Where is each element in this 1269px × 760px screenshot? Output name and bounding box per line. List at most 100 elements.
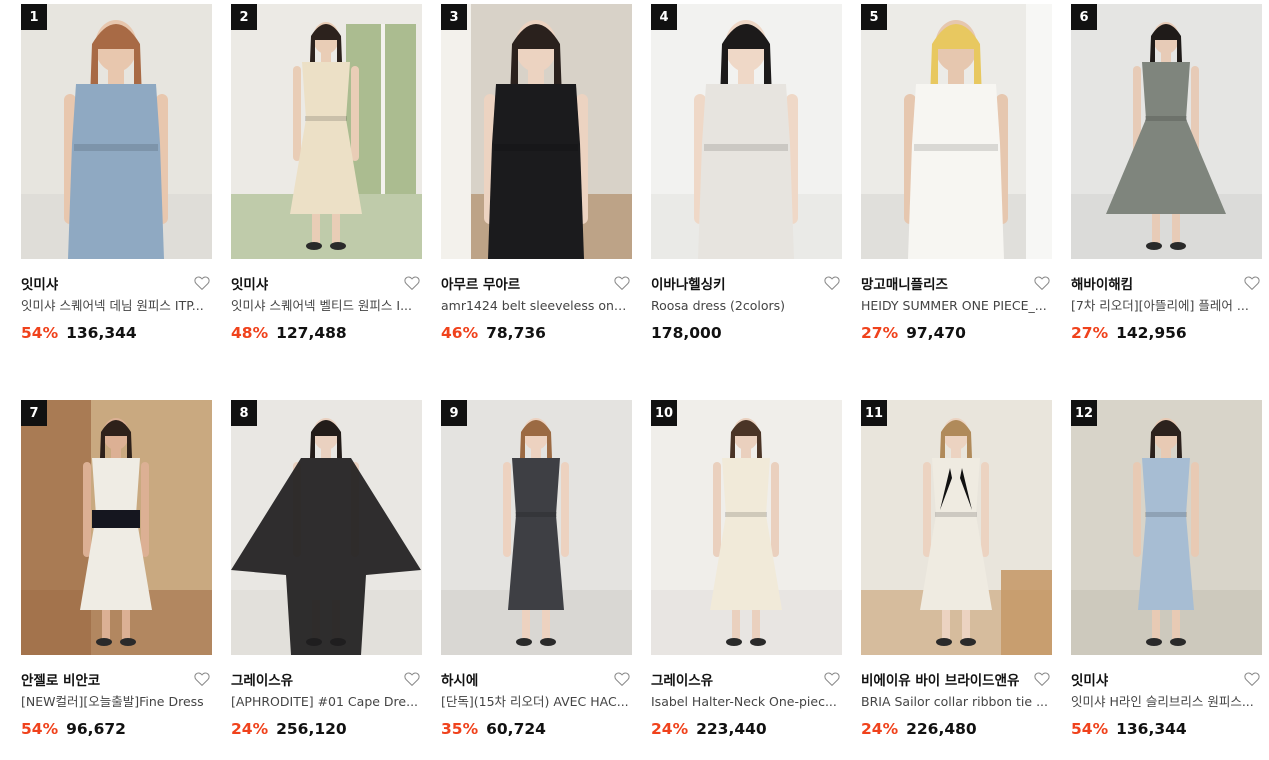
- product-photo: [861, 400, 1052, 655]
- brand-row: 비에이유 바이 브라이드앤유: [861, 669, 1052, 689]
- discount-rate: 46%: [441, 324, 479, 342]
- product-image[interactable]: 12: [1071, 400, 1262, 655]
- brand-name[interactable]: 그레이스유: [651, 669, 713, 689]
- product-photo: [441, 4, 632, 259]
- product-card[interactable]: 2 잇미샤잇미샤 스퀘어넥 벨티드 원피스 I... 48% 127,488: [231, 4, 422, 344]
- heart-icon[interactable]: [823, 274, 841, 292]
- heart-icon[interactable]: [403, 274, 421, 292]
- product-name[interactable]: BRIA Sailor collar ribbon tie ...: [861, 693, 1052, 711]
- heart-icon[interactable]: [1243, 670, 1261, 688]
- product-image[interactable]: 3: [441, 4, 632, 259]
- rank-badge: 10: [651, 400, 677, 426]
- product-name[interactable]: Roosa dress (2colors): [651, 297, 842, 315]
- product-name[interactable]: [7차 리오더][아뜰리에] 플레어 ...: [1071, 297, 1262, 315]
- rank-badge: 4: [651, 4, 677, 30]
- product-photo: [651, 400, 842, 655]
- discount-rate: 24%: [231, 720, 269, 738]
- product-name[interactable]: [단독](15차 리오더) AVEC HAC...: [441, 693, 632, 711]
- brand-row: 해바이해킴: [1071, 273, 1262, 293]
- product-card[interactable]: 9 하시에 [단독](15차 리오더) AVEC HAC... 35% 60,724: [441, 400, 632, 740]
- product-image[interactable]: 10: [651, 400, 842, 655]
- product-image[interactable]: 5: [861, 4, 1052, 259]
- product-photo: [441, 400, 632, 655]
- product-image[interactable]: 11: [861, 400, 1052, 655]
- heart-icon[interactable]: [403, 670, 421, 688]
- brand-name[interactable]: 잇미샤: [1071, 669, 1108, 689]
- rank-badge: 1: [21, 4, 47, 30]
- brand-name[interactable]: 안젤로 비안코: [21, 669, 100, 689]
- heart-icon[interactable]: [1033, 670, 1051, 688]
- price-row: 35% 60,724: [441, 720, 632, 740]
- rank-badge: 8: [231, 400, 257, 426]
- brand-name[interactable]: 이바나헬싱키: [651, 273, 726, 293]
- product-image[interactable]: 7: [21, 400, 212, 655]
- brand-name[interactable]: 아무르 무아르: [441, 273, 520, 293]
- heart-icon[interactable]: [823, 670, 841, 688]
- heart-icon[interactable]: [193, 670, 211, 688]
- discount-rate: 27%: [1071, 324, 1109, 342]
- product-name[interactable]: [NEW컬러][오늘출발]Fine Dress: [21, 693, 212, 711]
- product-card[interactable]: 3 아무르 무아르 amr1424 belt sleeveless one... 46…: [441, 4, 632, 344]
- discount-rate: 48%: [231, 324, 269, 342]
- brand-row: 아무르 무아르: [441, 273, 632, 293]
- price-row: 46% 78,736: [441, 324, 632, 344]
- sale-price: 256,120: [276, 720, 347, 738]
- product-card[interactable]: 1 잇미샤잇미샤 스퀘어넥 데님 원피스 ITP... 54% 136,344: [21, 4, 212, 344]
- brand-row: 안젤로 비안코: [21, 669, 212, 689]
- heart-icon[interactable]: [1033, 274, 1051, 292]
- brand-name[interactable]: 망고매니플리즈: [861, 273, 948, 293]
- product-name[interactable]: amr1424 belt sleeveless one...: [441, 297, 632, 315]
- brand-name[interactable]: 비에이유 바이 브라이드앤유: [861, 669, 1019, 689]
- brand-name[interactable]: 하시에: [441, 669, 478, 689]
- product-image[interactable]: 4: [651, 4, 842, 259]
- discount-rate: 54%: [21, 720, 59, 738]
- product-card[interactable]: 10 그레이스유 Isabel Halter-Neck One-piec... 24%…: [651, 400, 842, 740]
- heart-icon[interactable]: [1243, 274, 1261, 292]
- product-name[interactable]: 잇미샤 스퀘어넥 벨티드 원피스 I...: [231, 297, 422, 315]
- product-image[interactable]: 1: [21, 4, 212, 259]
- product-card[interactable]: 6 해바이해킴 [7차 리오더][아뜰리에] 플레어 ... 27% 142,956: [1071, 4, 1262, 344]
- brand-row: 잇미샤: [231, 273, 422, 293]
- product-photo: [1071, 400, 1262, 655]
- rank-badge: 12: [1071, 400, 1097, 426]
- price-row: 24% 226,480: [861, 720, 1052, 740]
- product-image[interactable]: 2: [231, 4, 422, 259]
- price-row: 48% 127,488: [231, 324, 422, 344]
- heart-icon[interactable]: [613, 274, 631, 292]
- brand-name[interactable]: 그레이스유: [231, 669, 293, 689]
- product-photo: [1071, 4, 1262, 259]
- brand-name[interactable]: 잇미샤: [21, 273, 58, 293]
- product-name[interactable]: 잇미샤 스퀘어넥 데님 원피스 ITP...: [21, 297, 212, 315]
- product-name[interactable]: Isabel Halter-Neck One-piec...: [651, 693, 842, 711]
- product-card[interactable]: 11 비에이유 바이 브라이드앤유 BRIA Sailor collar ribbo…: [861, 400, 1052, 740]
- discount-rate: 35%: [441, 720, 479, 738]
- heart-icon[interactable]: [193, 274, 211, 292]
- product-image[interactable]: 6: [1071, 4, 1262, 259]
- product-name[interactable]: [APHRODITE] #01 Cape Dre...: [231, 693, 422, 711]
- sale-price: 142,956: [1116, 324, 1187, 342]
- sale-price: 226,480: [906, 720, 977, 738]
- product-card[interactable]: 12 잇미샤 잇미샤 H라인 슬리브리스 원피스... 54% 136,344: [1071, 400, 1262, 740]
- product-image[interactable]: 8: [231, 400, 422, 655]
- heart-icon[interactable]: [613, 670, 631, 688]
- brand-row: 이바나헬싱키: [651, 273, 842, 293]
- product-card[interactable]: 4 이바나헬싱키 Roosa dress (2colors) 178,000: [651, 4, 842, 344]
- product-photo: [231, 4, 422, 259]
- product-card[interactable]: 7 안젤로 비안코 [NEW컬러][오늘출발]Fine Dress 54% 96,672: [21, 400, 212, 740]
- product-card[interactable]: 5 망고매니플리즈 HEIDY SUMMER ONE PIECE_... 27% 97,…: [861, 4, 1052, 344]
- brand-name[interactable]: 해바이해킴: [1071, 273, 1133, 293]
- product-name[interactable]: 잇미샤 H라인 슬리브리스 원피스...: [1071, 693, 1262, 711]
- price-row: 24% 256,120: [231, 720, 422, 740]
- discount-rate: 27%: [861, 324, 899, 342]
- brand-row: 하시에: [441, 669, 632, 689]
- discount-rate: 54%: [21, 324, 59, 342]
- rank-badge: 7: [21, 400, 47, 426]
- product-name[interactable]: HEIDY SUMMER ONE PIECE_...: [861, 297, 1052, 315]
- rank-badge: 5: [861, 4, 887, 30]
- product-card[interactable]: 8 그레이스유 [APHRODITE] #01 Cape Dre... 24% 256,…: [231, 400, 422, 740]
- product-grid: 1 잇미샤 잇미샤 스퀘어넥 데님 원피스 ITP... 54% 136,344 2 잇미샤…: [21, 4, 1262, 740]
- price-row: 54% 136,344: [21, 324, 212, 344]
- brand-name[interactable]: 잇미샤: [231, 273, 268, 293]
- brand-row: 그레이스유: [231, 669, 422, 689]
- product-image[interactable]: 9: [441, 400, 632, 655]
